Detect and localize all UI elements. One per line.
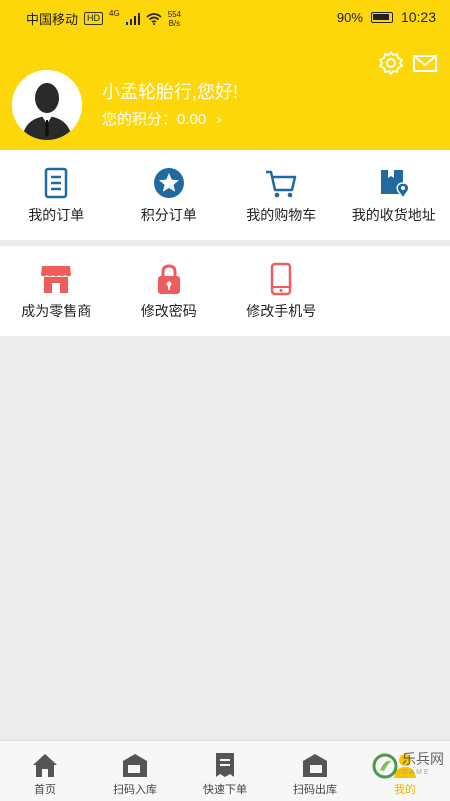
battery-icon: [371, 12, 393, 23]
menu-label: 我的收货地址: [338, 205, 450, 225]
menu-cart[interactable]: 我的购物车: [225, 150, 338, 240]
scan-out-icon: [301, 751, 329, 779]
phone-icon: [264, 262, 298, 296]
menu-label: 成为零售商: [0, 301, 113, 321]
menu-address[interactable]: 我的收货地址: [338, 150, 450, 240]
menu-become-retailer[interactable]: 成为零售商: [0, 246, 113, 336]
clock: 10:23: [401, 9, 436, 25]
profile-header: 小孟轮胎行,您好! 您的积分：0.00 ›: [0, 34, 450, 150]
tab-label: 扫码入库: [90, 781, 180, 797]
tab-label: 扫码出库: [270, 781, 360, 797]
scan-in-icon: [121, 751, 149, 779]
points-label: 您的积分：0.00: [102, 111, 206, 128]
menu-label: 修改手机号: [225, 301, 338, 321]
hd-badge: HD: [84, 12, 103, 25]
cart-icon: [264, 166, 298, 200]
menu-label: 我的订单: [0, 205, 113, 225]
battery-percent: 90%: [337, 10, 363, 25]
avatar[interactable]: [12, 70, 82, 140]
tab-label: 我的: [360, 781, 450, 797]
network-label: 4G: [109, 9, 120, 18]
wifi-icon: [146, 13, 162, 25]
status-bar: 中国移动 HD 4G 554 B/s 90% 10:23: [0, 0, 450, 34]
store-icon: [39, 262, 73, 296]
lock-icon: [152, 262, 186, 296]
user-silhouette-icon: [12, 70, 82, 140]
watermark-sub: GAME: [402, 766, 444, 780]
quick-order-icon: [211, 751, 239, 779]
grid-row-orders: 我的订单 积分订单 我的购物车 我的收货地址: [0, 150, 450, 240]
menu-label: 修改密码: [113, 301, 226, 321]
menu-my-orders[interactable]: 我的订单: [0, 150, 113, 240]
star-icon: [152, 166, 186, 200]
gear-icon[interactable]: [378, 50, 404, 76]
mail-icon[interactable]: [412, 50, 438, 76]
watermark: 乐兵网 GAME: [372, 752, 444, 780]
menu-points-orders[interactable]: 积分订单: [113, 150, 226, 240]
tab-scan-out[interactable]: 扫码出库: [270, 741, 360, 801]
tab-scan-in[interactable]: 扫码入库: [90, 741, 180, 801]
greeting-text: 小孟轮胎行,您好!: [102, 78, 238, 104]
menu-change-phone[interactable]: 修改手机号: [225, 246, 338, 336]
tab-quick-order[interactable]: 快速下单: [180, 741, 270, 801]
menu-label: 我的购物车: [225, 205, 338, 225]
empty-cell: [338, 246, 450, 336]
watermark-logo-icon: [372, 753, 398, 779]
address-icon: [377, 166, 411, 200]
tab-home[interactable]: 首页: [0, 741, 90, 801]
menu-change-password[interactable]: 修改密码: [113, 246, 226, 336]
grid-row-account: 成为零售商 修改密码 修改手机号: [0, 246, 450, 336]
watermark-text: 乐兵网: [402, 752, 444, 766]
signal-icon: [126, 13, 140, 25]
net-speed: 554 B/s: [168, 10, 181, 28]
home-icon: [31, 751, 59, 779]
points-link[interactable]: 您的积分：0.00 ›: [102, 108, 221, 129]
carrier-label: 中国移动: [26, 9, 78, 28]
chevron-right-icon: ›: [216, 111, 221, 128]
tab-label: 快速下单: [180, 781, 270, 797]
menu-label: 积分订单: [113, 205, 226, 225]
order-icon: [39, 166, 73, 200]
tab-label: 首页: [0, 781, 90, 797]
